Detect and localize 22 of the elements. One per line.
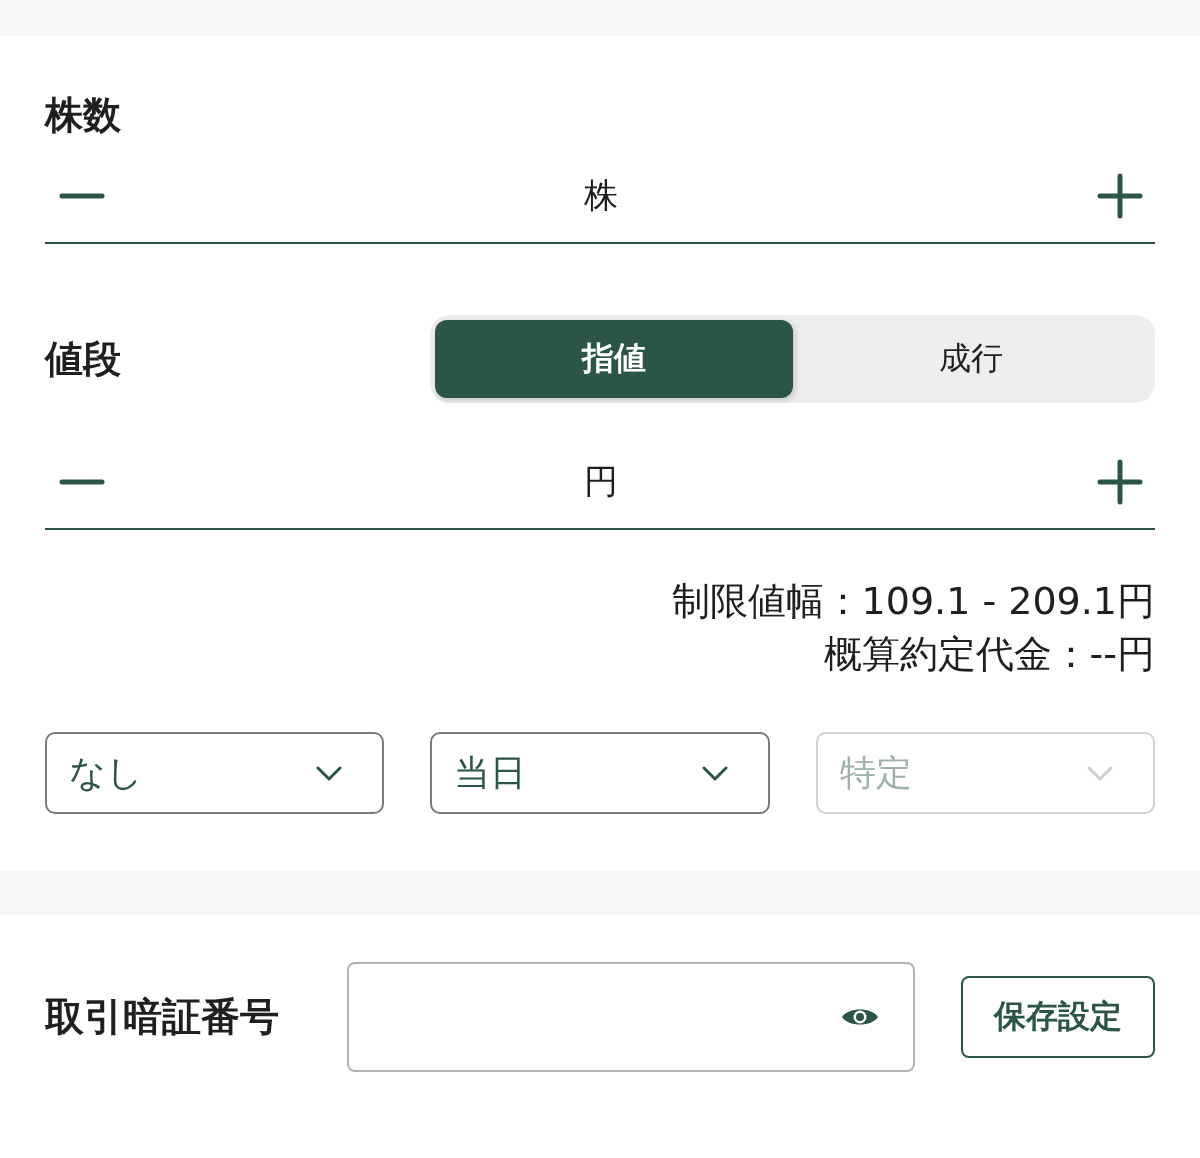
plus-button[interactable] [1097, 459, 1143, 505]
chevron-down-icon [316, 765, 343, 781]
quantity-label: 株数 [45, 92, 121, 139]
select-dropdown[interactable]: なし [45, 732, 385, 814]
price-info-text: 制限値幅：109.1 - 209.1円 [671, 578, 1155, 625]
price-info-text: 概算約定代金：--円 [823, 631, 1155, 678]
save-settings-button[interactable]: 保存設定 [961, 976, 1155, 1058]
chevron-down-icon [701, 765, 728, 781]
pin-label: 取引暗証番号 [45, 993, 280, 1041]
minus-icon [59, 479, 105, 485]
order-type-tab[interactable]: 成行 [792, 320, 1150, 398]
order-type-tab[interactable]: 指値 [435, 320, 793, 398]
plus-button[interactable] [1097, 173, 1143, 219]
price-input-field[interactable]: 円 [105, 452, 1097, 512]
pin-input-field[interactable] [347, 962, 915, 1072]
chevron-down-icon [1087, 765, 1113, 781]
quantity-input-field[interactable]: 株 [105, 166, 1097, 226]
plus-icon [1097, 173, 1143, 219]
plus-icon [1097, 459, 1143, 505]
select-dropdown[interactable]: 当日 [430, 732, 770, 814]
price-label: 値段 [45, 336, 121, 383]
minus-icon [59, 193, 105, 199]
